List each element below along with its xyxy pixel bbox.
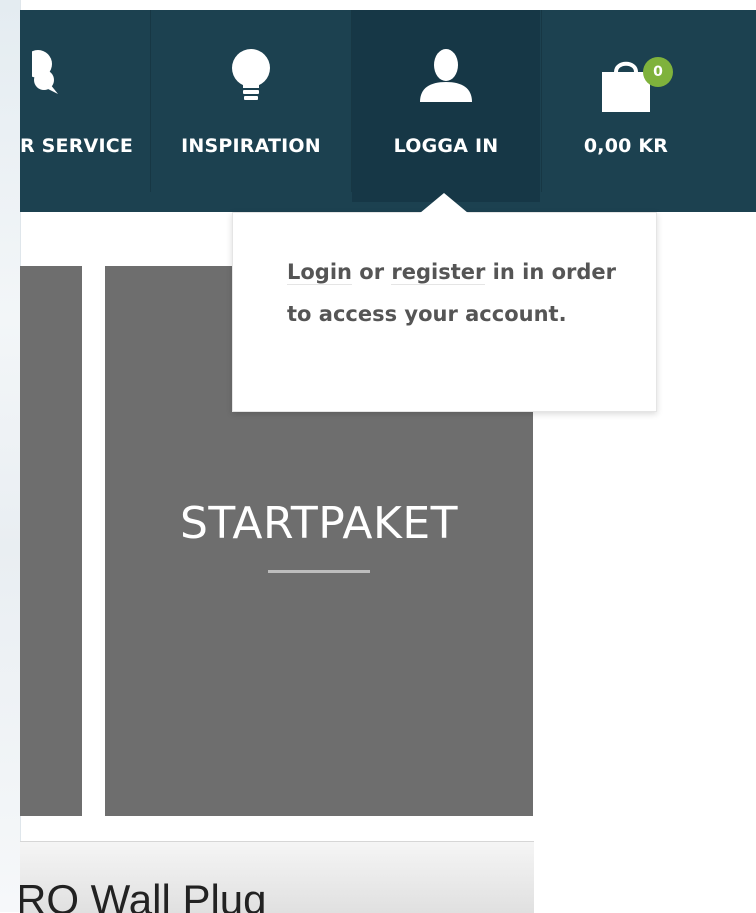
cart-count-badge: 0 [643,57,673,87]
nav-customer-service[interactable]: R SERVICE [20,10,150,202]
popover-or-text: or [352,260,392,284]
nav-label-customer-service: R SERVICE [20,135,134,157]
nav-label-login: LOGGA IN [393,135,499,157]
login-link[interactable]: Login [287,260,352,285]
chat-bubbles-icon [24,48,62,101]
popover-message: Login or register in in order to access … [287,251,627,335]
left-background-strip [0,0,21,912]
category-tile-left[interactable] [20,266,82,816]
nav-label-cart-total: 0,00 KR [583,135,669,157]
user-icon [418,48,474,109]
register-link[interactable]: register [391,260,486,285]
nav-label-inspiration: INSPIRATION [181,135,321,157]
tile-divider [268,570,370,573]
tile-title: STARTPAKET [179,498,459,549]
product-card-header[interactable]: RO Wall Plug [20,841,534,913]
product-title: RO Wall Plug [20,876,267,913]
nav-cart[interactable]: 0,00 KR [542,10,710,202]
login-popover: Login or register in in order to access … [232,212,657,412]
nav-login[interactable]: LOGGA IN [352,10,540,202]
popover-arrow [420,193,468,213]
nav-inspiration[interactable]: INSPIRATION [151,10,351,202]
lightbulb-icon [231,48,271,109]
